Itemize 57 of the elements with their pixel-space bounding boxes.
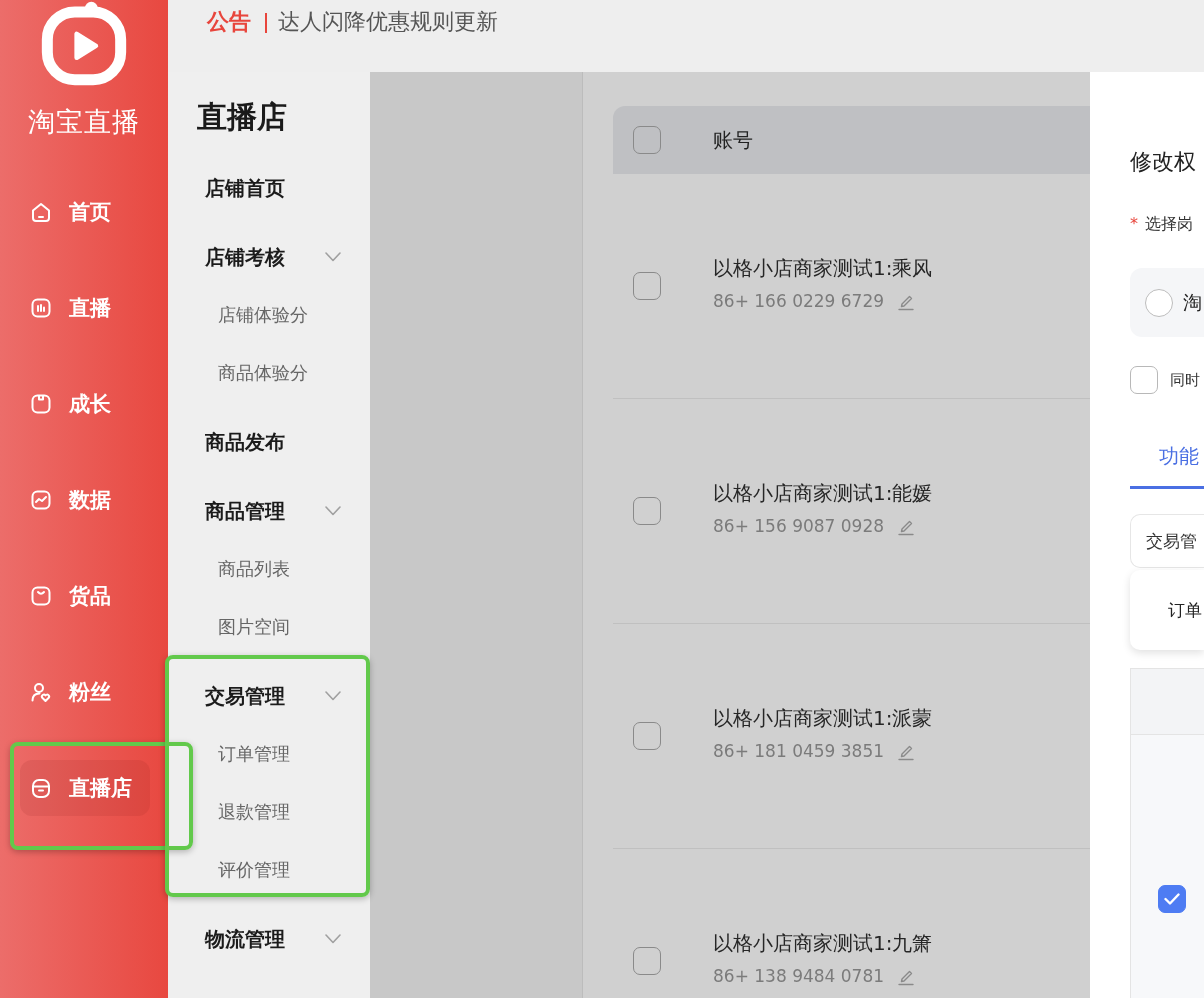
announcement-link[interactable]: 达人闪降优惠规则更新 [277,8,498,36]
radio-button[interactable] [1145,288,1173,317]
bag-icon [30,585,52,607]
user-heart-icon [30,681,52,703]
phone-number: 86+ 156 9087 0928 [713,514,885,538]
checkbox[interactable] [633,272,661,300]
submenu-item[interactable]: 订单管理 [168,725,370,783]
submenu-item[interactable]: 图片空间 [168,598,370,656]
nav-item[interactable]: 粉丝 [20,664,150,720]
nav-item[interactable]: 直播 [20,280,150,336]
submenu-item[interactable]: 退款管理 [168,783,370,841]
nav-item[interactable]: 成长 [20,376,150,432]
submenu-item[interactable]: 商品列表 [168,540,370,598]
checkbox[interactable] [1130,366,1158,394]
menu-item[interactable]: 交易管理 [168,667,370,725]
menu-title: 直播店 [197,98,287,136]
menu-item[interactable]: 物流管理 [168,910,370,968]
menu-item[interactable]: 店铺首页 [168,159,370,217]
checkbox[interactable] [633,497,661,525]
line-chart-icon [30,489,52,511]
column-header: 账号 [713,127,753,154]
field-label: 选择岗 [1145,213,1193,235]
phone-number: 86+ 166 0229 6729 [713,289,885,313]
bar-chart-icon [30,297,52,319]
nav-item[interactable]: 货品 [20,568,150,624]
submenu-item[interactable]: 评价管理 [168,841,370,899]
store-icon [30,777,52,799]
account-name: 以格小店商家测试1:派蒙 [713,704,933,732]
submenu-item[interactable]: 店铺体验分 [168,286,370,344]
checkmark-icon [1164,893,1180,905]
menu-item[interactable]: 店铺考核 [168,228,370,286]
box-icon [30,393,52,415]
menu-item[interactable]: 商品管理 [168,482,370,540]
checkbox-label: 同时 [1170,370,1200,391]
category-card[interactable]: 交易管 [1130,514,1204,568]
nav-item[interactable]: 数据 [20,472,150,528]
submenu-item[interactable]: 商品体验分 [168,344,370,402]
home-icon [30,201,52,223]
phone-number: 86+ 138 9484 0781 [713,964,885,988]
announcement-tag: 公告 [207,8,251,36]
phone-number: 86+ 181 0459 3851 [713,739,885,763]
subcategory-card[interactable]: 订单 [1130,570,1204,650]
menu-item[interactable]: 商品发布 [168,413,370,471]
brand-name: 淘宝直播 [28,105,140,139]
checkbox[interactable] [633,722,661,750]
account-name: 以格小店商家测试1:乘风 [713,254,933,282]
account-name: 以格小店商家测试1:九箫 [713,929,933,957]
checkbox[interactable] [1158,885,1186,913]
role-option[interactable]: 淘 [1130,268,1204,337]
nav-item[interactable]: 直播店 [20,760,150,816]
tab[interactable]: 功能 [1130,442,1204,489]
drawer-title: 修改权 [1130,148,1196,176]
nav-item[interactable]: 首页 [20,184,150,240]
required-mark: * [1130,213,1139,235]
account-name: 以格小店商家测试1:能媛 [713,479,933,507]
checkbox[interactable] [633,126,661,154]
checkbox[interactable] [633,947,661,975]
